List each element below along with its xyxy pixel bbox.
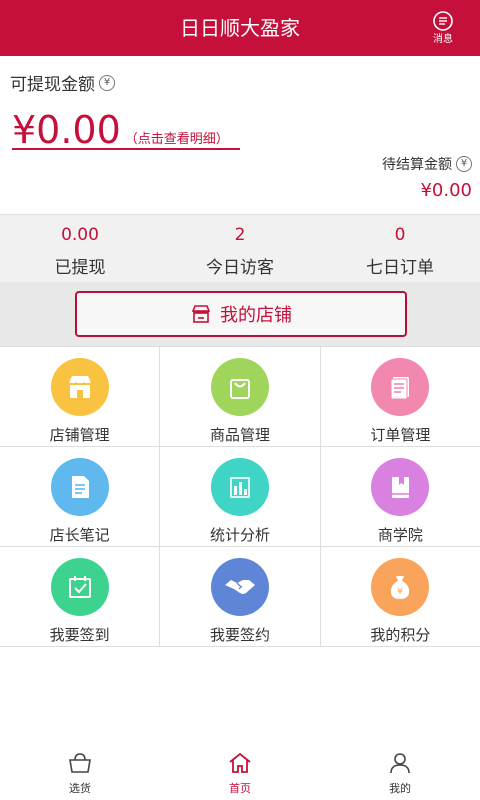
bar-chart-icon — [210, 458, 269, 516]
calendar-check-icon — [50, 558, 109, 616]
grid-item-statistics[interactable]: 统计分析 — [160, 447, 321, 546]
top-bar: 日日顺大盈家 消息 — [0, 0, 480, 56]
grid-item-order-management[interactable]: 订单管理 — [321, 347, 480, 446]
amount-underline — [12, 148, 240, 150]
handshake-icon — [210, 558, 269, 616]
stat-label: 已提现 — [54, 258, 106, 278]
stat-value: 0.00 — [61, 225, 99, 245]
bottom-tab-bar: 选货 首页 我的 — [0, 745, 480, 800]
withdrawable-amount-link[interactable]: ¥0.00 （点击查看明细） — [12, 108, 229, 152]
stat-label: 七日订单 — [366, 258, 434, 278]
withdrawable-label: 可提现金额 — [10, 75, 95, 95]
book-icon — [371, 458, 430, 516]
message-button[interactable]: 消息 — [418, 10, 468, 50]
svg-text:¥: ¥ — [397, 587, 403, 597]
grid-item-manager-notes[interactable]: 店长笔记 — [0, 447, 161, 546]
pending-row: 待结算金额 ¥ — [382, 154, 472, 174]
grid-item-business-school[interactable]: 商学院 — [321, 447, 480, 546]
grid-item-label: 我要签约 — [209, 626, 270, 644]
grid-item-my-points[interactable]: ¥ 我的积分 — [321, 547, 480, 646]
money-bag-icon: ¥ — [371, 558, 430, 616]
stat-label: 今日访客 — [206, 258, 274, 278]
withdrawable-amount: ¥0.00 — [12, 108, 121, 152]
pending-amount: ¥0.00 — [420, 180, 472, 201]
grid-row: 店铺管理 商品管理 订单管理 — [0, 347, 480, 447]
grid-item-product-management[interactable]: 商品管理 — [160, 347, 321, 446]
tab-select-goods[interactable]: 选货 — [0, 745, 160, 800]
my-shop-label: 我的店铺 — [220, 305, 292, 326]
grid-item-label: 商学院 — [377, 526, 423, 544]
grid-row: 我要签到 我要签约 ¥ 我的积分 — [0, 547, 480, 647]
shop-icon — [191, 305, 211, 323]
yen-info-icon[interactable]: ¥ — [99, 74, 115, 91]
grid-item-label: 我要签到 — [49, 626, 110, 644]
withdrawable-row: 可提现金额 ¥ — [10, 70, 115, 95]
shop-bar: 我的店铺 — [0, 282, 480, 346]
tab-home[interactable]: 首页 — [160, 745, 320, 800]
balance-panel: 可提现金额 ¥ ¥0.00 （点击查看明细） 待结算金额 ¥ ¥0.00 — [0, 56, 480, 214]
app-title: 日日顺大盈家 — [180, 16, 300, 40]
stats-bar: 0.00 已提现 2 今日访客 0 七日订单 — [0, 214, 480, 282]
grid-item-label: 店铺管理 — [49, 426, 110, 444]
pending-label: 待结算金额 — [382, 157, 452, 173]
person-icon — [390, 753, 410, 774]
stat-value: 0 — [394, 225, 406, 245]
storefront-icon — [50, 358, 109, 416]
shopping-bag-icon — [210, 358, 269, 416]
message-label: 消息 — [433, 34, 453, 45]
stat-withdrawn[interactable]: 0.00 已提现 — [0, 215, 160, 282]
grid-item-label: 统计分析 — [209, 526, 270, 544]
tab-label: 首页 — [229, 782, 251, 795]
yen-info-icon[interactable]: ¥ — [456, 156, 472, 172]
grid-row: 店长笔记 统计分析 商学院 — [0, 447, 480, 547]
detail-link[interactable]: （点击查看明细） — [125, 128, 229, 147]
home-icon — [229, 752, 251, 773]
stat-orders[interactable]: 0 七日订单 — [320, 215, 480, 282]
notepad-icon — [50, 458, 109, 516]
stat-value: 2 — [234, 225, 246, 245]
basket-icon — [69, 753, 91, 773]
grid-item-label: 商品管理 — [209, 426, 270, 444]
document-icon — [371, 358, 430, 416]
grid-item-check-in[interactable]: 我要签到 — [0, 547, 161, 646]
message-icon — [433, 11, 453, 31]
grid-item-shop-management[interactable]: 店铺管理 — [0, 347, 161, 446]
grid-item-label: 店长笔记 — [49, 526, 110, 544]
grid-item-label: 订单管理 — [370, 426, 431, 444]
grid-item-sign-contract[interactable]: 我要签约 — [160, 547, 321, 646]
tab-mine[interactable]: 我的 — [320, 745, 480, 800]
tab-label: 选货 — [69, 782, 91, 795]
tab-label: 我的 — [389, 782, 411, 795]
stat-visitors[interactable]: 2 今日访客 — [160, 215, 320, 282]
grid-item-label: 我的积分 — [370, 626, 431, 644]
feature-grid: 店铺管理 商品管理 订单管理 店长笔记 统计分析 商学院 我要签到 我要签约 ¥… — [0, 346, 480, 647]
my-shop-button[interactable]: 我的店铺 — [75, 291, 407, 337]
